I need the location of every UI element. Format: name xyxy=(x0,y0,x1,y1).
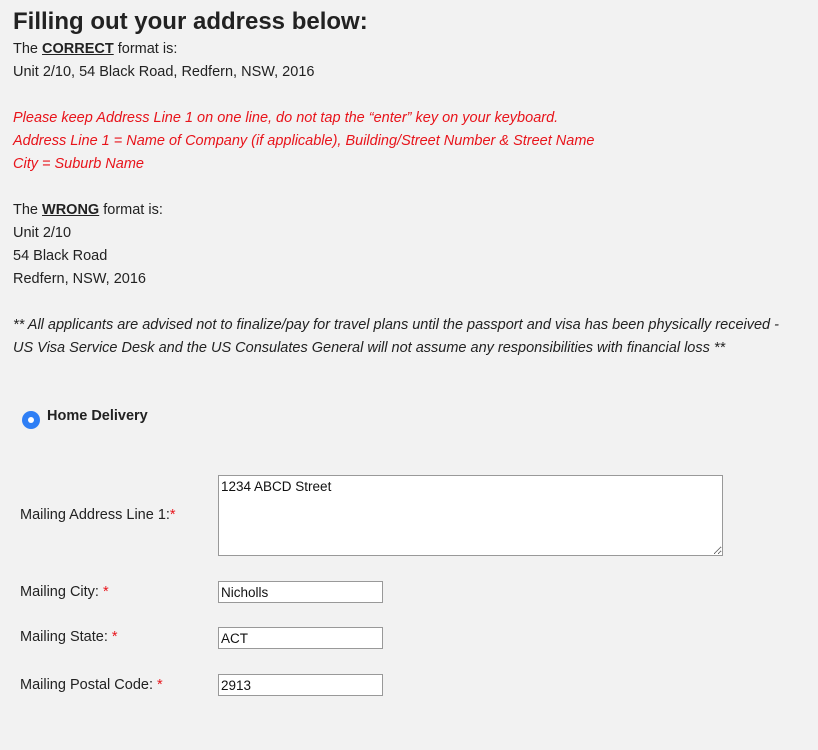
wrong-suffix: format is: xyxy=(99,202,163,218)
city-field[interactable] xyxy=(218,581,383,603)
wrong-prefix: The xyxy=(13,202,43,218)
city-label-text: Mailing City: xyxy=(20,584,103,600)
home-delivery-label[interactable]: Home Delivery xyxy=(47,406,148,426)
required-asterisk: * xyxy=(103,584,109,600)
correct-keyword: CORRECT xyxy=(42,41,114,57)
wrong-format-label: The WRONG format is: xyxy=(13,199,805,222)
state-field[interactable] xyxy=(218,627,383,649)
home-delivery-option[interactable]: Home Delivery xyxy=(22,403,148,429)
wrong-format-line-2: 54 Black Road xyxy=(13,248,108,264)
wrong-format-line-1: Unit 2/10 xyxy=(13,225,72,241)
radio-selected-icon[interactable] xyxy=(22,411,40,429)
city-label: Mailing City: * xyxy=(20,583,109,601)
address-line1-label-text: Mailing Address Line 1: xyxy=(20,507,170,523)
postal-code-label-text: Mailing Postal Code: xyxy=(20,677,158,693)
disclaimer-text: ** All applicants are advised not to fin… xyxy=(13,317,779,356)
correct-prefix: The xyxy=(13,41,43,57)
page-title: Filling out your address below: xyxy=(13,8,368,35)
required-asterisk: * xyxy=(157,677,163,693)
wrong-format-line-3: Redfern, NSW, 2016 xyxy=(13,271,146,287)
required-asterisk: * xyxy=(111,629,118,645)
address-line1-field[interactable]: 1234 ABCD Street xyxy=(218,475,723,556)
wrong-keyword: WRONG xyxy=(42,202,100,218)
address-line1-label: Mailing Address Line 1:* xyxy=(20,506,176,524)
postal-code-label: Mailing Postal Code: * xyxy=(20,676,163,694)
correct-format-example: Unit 2/10, 54 Black Road, Redfern, NSW, … xyxy=(13,64,315,80)
instruction-line-2: Address Line 1 = Name of Company (if app… xyxy=(13,133,595,149)
required-asterisk: * xyxy=(169,507,176,523)
state-label-text: Mailing State: xyxy=(20,629,112,645)
instruction-line-3: City = Suburb Name xyxy=(13,156,144,172)
radio-dot-icon xyxy=(28,417,34,423)
instruction-line-1: Please keep Address Line 1 on one line, … xyxy=(13,110,559,126)
state-label: Mailing State: * xyxy=(20,628,118,646)
address-instructions-page: Filling out your address below: The CORR… xyxy=(0,0,818,750)
postal-code-field[interactable] xyxy=(218,674,383,696)
correct-format-label: The CORRECT format is: xyxy=(13,38,805,61)
correct-suffix: format is: xyxy=(113,41,178,57)
